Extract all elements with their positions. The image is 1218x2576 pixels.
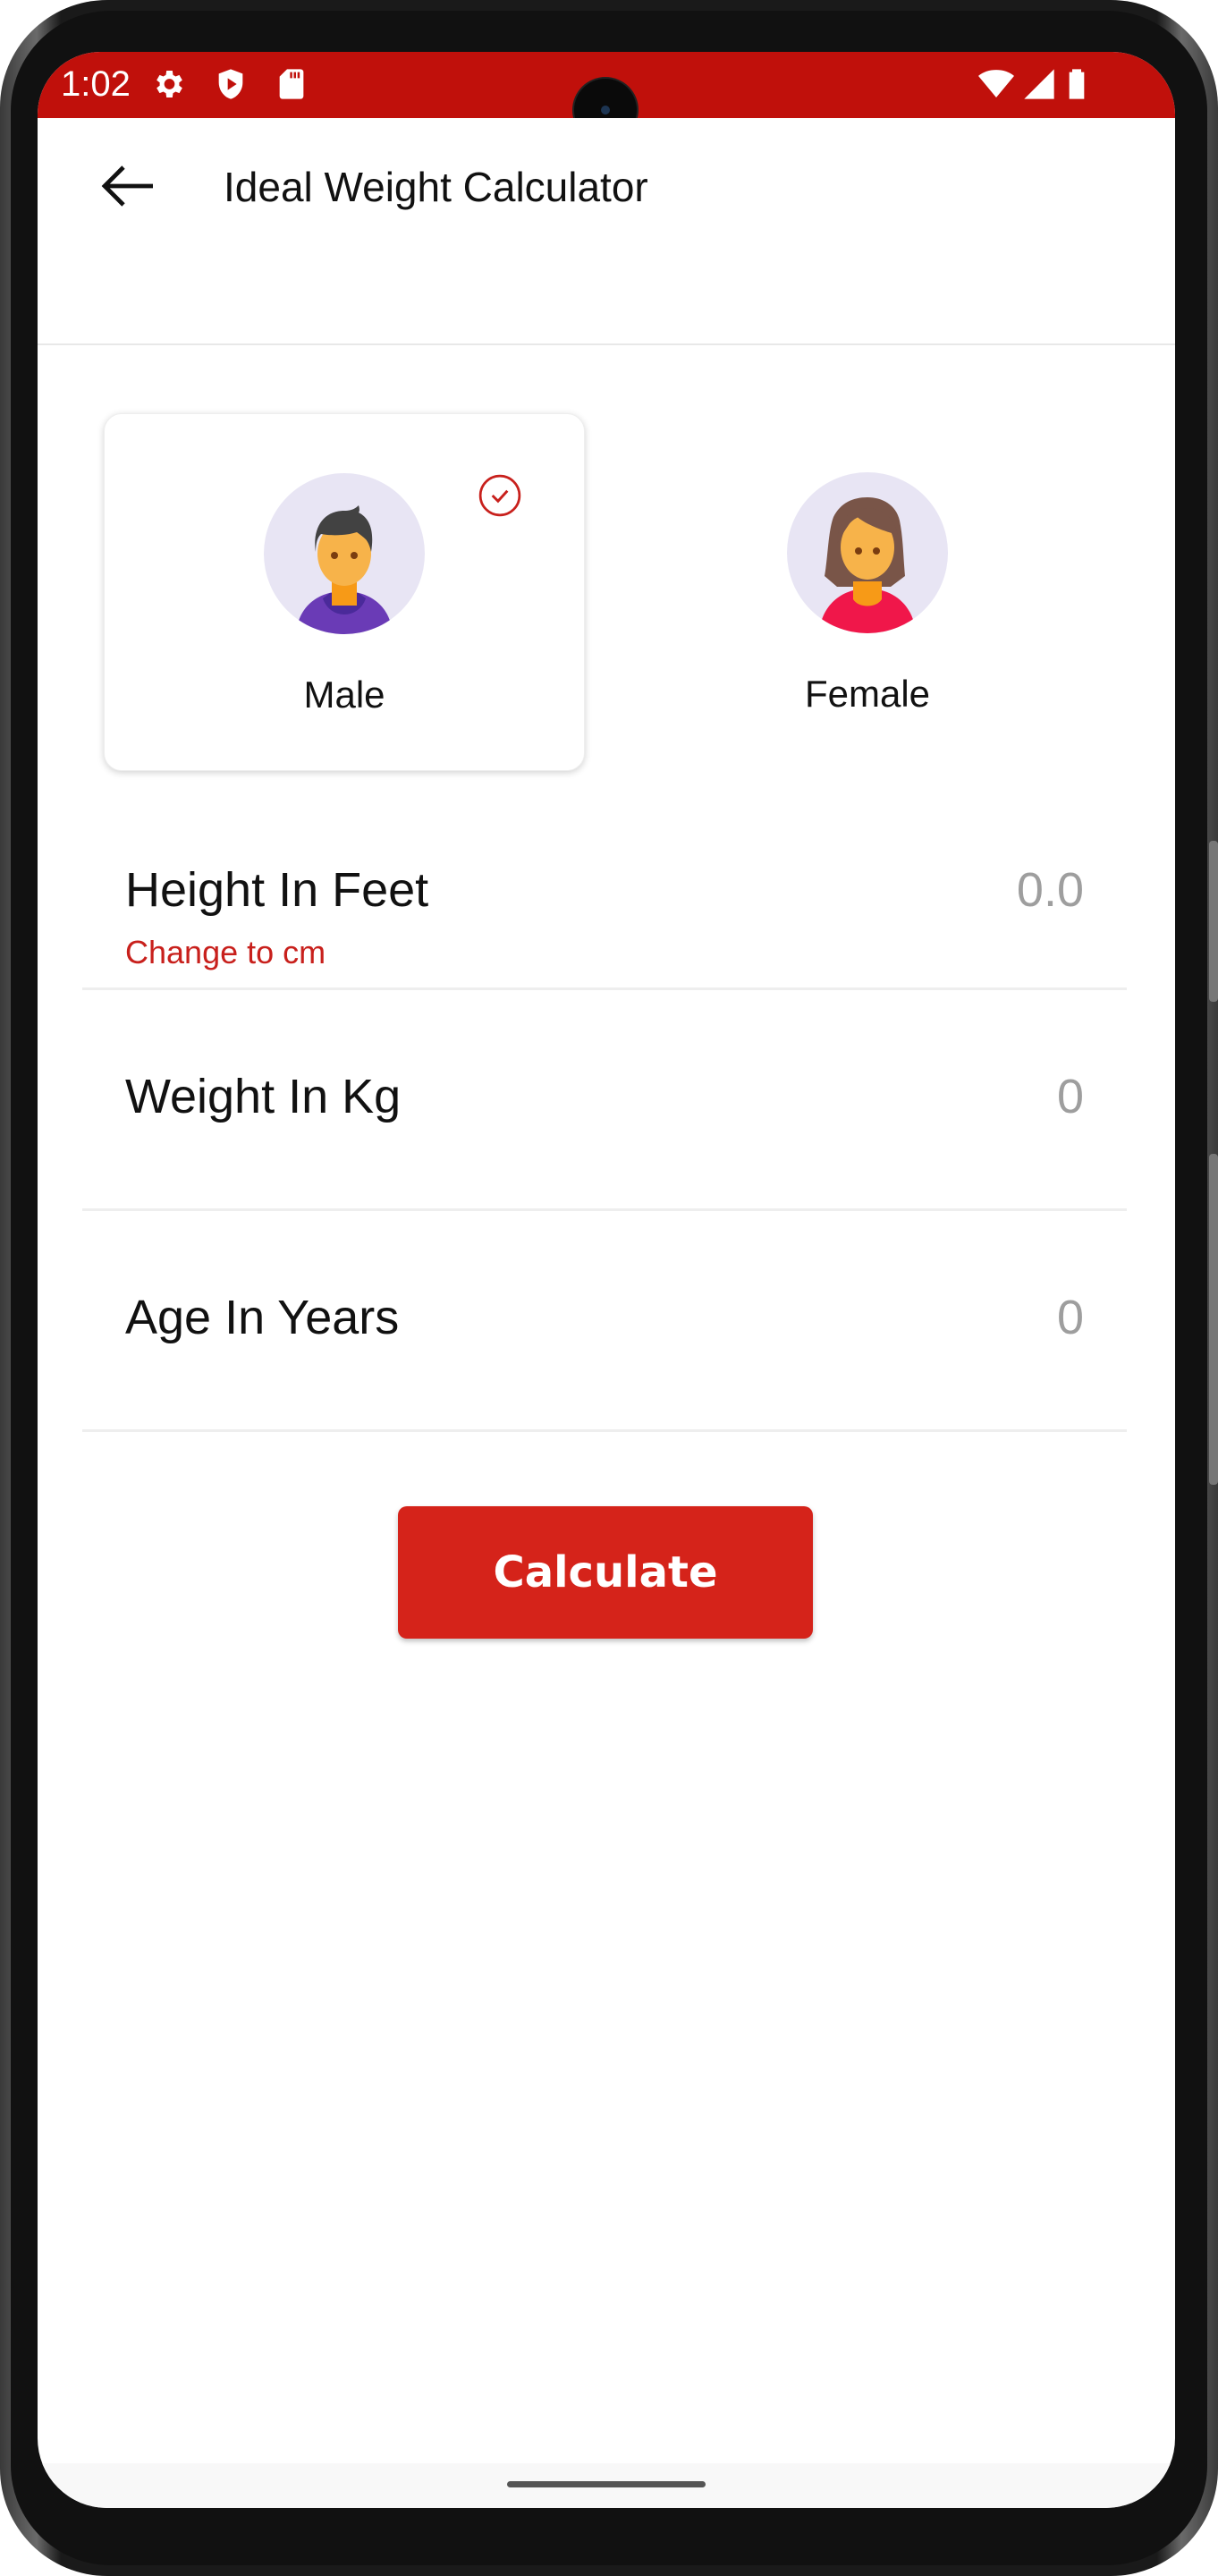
play-protect-icon	[218, 69, 243, 99]
screen: 1:02 Ideal Weight Calculator Male Female…	[38, 52, 1175, 2508]
signal-icon	[1024, 69, 1054, 99]
age-field[interactable]: Age In Years 0	[82, 1211, 1127, 1432]
sd-card-icon	[279, 69, 304, 99]
settings-icon	[156, 71, 182, 97]
status-time: 1:02	[61, 64, 131, 104]
weight-field[interactable]: Weight In Kg 0	[82, 990, 1127, 1211]
power-button	[1209, 1154, 1218, 1485]
gender-label-male: Male	[303, 674, 385, 716]
home-handle[interactable]	[507, 2481, 706, 2487]
age-label: Age In Years	[125, 1291, 400, 1344]
gender-label-female: Female	[804, 673, 931, 715]
weight-label: Weight In Kg	[125, 1070, 402, 1123]
height-label: Height In Feet	[125, 863, 429, 917]
male-avatar-icon	[264, 473, 425, 634]
app-bar: Ideal Weight Calculator	[38, 118, 1175, 345]
gesture-nav-bar	[38, 2463, 1175, 2508]
female-avatar-icon	[787, 472, 948, 633]
weight-input[interactable]: 0	[1057, 1069, 1084, 1124]
arrow-left-icon	[101, 165, 153, 207]
calculate-button[interactable]: Calculate	[398, 1506, 813, 1639]
page-title: Ideal Weight Calculator	[224, 164, 648, 210]
volume-button	[1209, 841, 1218, 1002]
gender-option-male[interactable]: Male	[104, 413, 585, 771]
age-input[interactable]: 0	[1057, 1290, 1084, 1345]
wifi-icon	[978, 70, 1014, 97]
change-unit-link[interactable]: Change to cm	[125, 934, 326, 971]
check-circle-icon	[478, 474, 521, 517]
battery-icon	[1069, 69, 1085, 99]
height-field[interactable]: Height In Feet 0.0 Change to cm	[82, 839, 1127, 990]
gender-option-female[interactable]: Female	[628, 413, 1107, 769]
height-input[interactable]: 0.0	[1017, 862, 1084, 918]
back-button[interactable]	[97, 154, 161, 218]
